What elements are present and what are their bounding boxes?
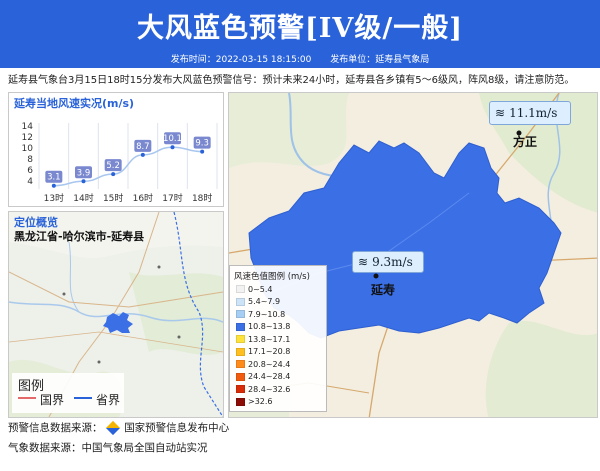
yanshou-wind-label: ≋ 9.3m/s [352, 251, 424, 273]
wind-legend-label: 7.9~10.8 [248, 309, 286, 319]
x-tick-label: 17时 [162, 192, 182, 204]
warning-source-name: 国家预警信息发布中心 [124, 422, 230, 434]
wind-legend-item: 20.8~24.4 [236, 359, 290, 369]
x-tick-label: 18时 [192, 192, 212, 204]
data-label: 3.1 [47, 173, 61, 183]
wind-legend-label: 20.8~24.4 [248, 359, 291, 369]
wind-legend-item: 0~5.4 [236, 284, 273, 294]
wind-legend-label: 24.4~28.4 [248, 372, 291, 381]
fangzheng-wind-label: ≋ 11.1m/s [489, 101, 571, 125]
data-label: 5.2 [106, 161, 120, 171]
publisher: 发布单位：延寿县气象局 [330, 55, 430, 65]
fangzheng-wind-value: 11.1m/s [509, 106, 558, 120]
wind-legend-swatch [236, 322, 245, 331]
data-label: 3.9 [77, 168, 91, 178]
wind-legend-item: 5.4~7.9 [236, 297, 280, 307]
wind-legend-item: 28.4~32.6 [236, 384, 290, 394]
y-tick-label: 4 [27, 177, 33, 187]
fangzheng-city-label: 方正 [513, 135, 538, 149]
warning-source: 预警信息数据来源： 国家预警信息发布中心 [8, 420, 230, 436]
wind-legend-item: 7.9~10.8 [236, 309, 285, 319]
warning-header: 大风蓝色预警[IV级/一般] 发布时间：2022-03-15 18:15:00 … [0, 0, 600, 68]
y-tick-label: 6 [27, 166, 33, 176]
x-tick-label: 14时 [73, 192, 93, 204]
warning-source-label: 预警信息数据来源： [8, 422, 103, 434]
wind-data-point [170, 145, 175, 150]
y-tick-label: 8 [27, 155, 33, 165]
wind-legend-title: 风速色值图例 (m/s) [234, 272, 310, 282]
wind-legend-item: >32.6 [236, 397, 273, 407]
x-tick-label: 15时 [103, 192, 123, 204]
province-border-label: 省界 [96, 393, 121, 407]
data-label: 9.3 [195, 139, 209, 149]
data-label: 10.1 [163, 134, 182, 144]
warning-summary: 延寿县气象台3月15日18时15分发布大风蓝色预警信号：预计未来24小时，延寿县… [8, 75, 575, 86]
province-border-swatch [74, 397, 92, 399]
wind-legend-swatch [236, 360, 245, 368]
wind-legend-item: 13.8~17.1 [236, 334, 290, 344]
y-tick-label: 12 [22, 133, 33, 143]
wind-legend-item: 24.4~28.4 [236, 372, 290, 382]
wind-legend-label: >32.6 [248, 397, 273, 406]
wind-legend-swatch [236, 310, 245, 318]
wind-legend-swatch [236, 385, 245, 393]
wind-data-point [140, 152, 145, 157]
wind-data-point [200, 149, 205, 154]
wind-color-legend: 风速色值图例 (m/s) 0~5.4 5.4~7.9 7.9~10.8 10.8~13… [229, 265, 327, 412]
y-tick-label: 10 [22, 144, 34, 154]
warning-meta: 发布时间：2022-03-15 18:15:00 发布单位：延寿县气象局 [0, 52, 600, 65]
wind-legend-item: 17.1~20.8 [236, 347, 290, 357]
wind-legend-swatch [236, 397, 245, 406]
wind-legend-swatch [236, 335, 245, 343]
national-border-swatch [18, 397, 36, 399]
warning-source-icon [105, 420, 120, 436]
wind-icon: ≋ [495, 106, 506, 120]
wind-speed-panel: 延寿当地风速实况(m/s) 4 6 8 10 12 14 3.1 13时 3.9 14时 5.2 15… [8, 92, 224, 207]
wind-speed-chart: 468101214 3.1 13时 3.9 14时 5.2 15时 8.7 16时 10.1 17时… [22, 122, 218, 204]
data-label: 8.7 [136, 142, 150, 152]
wind-legend-label: 0~5.4 [248, 284, 273, 294]
wind-data-point [51, 183, 56, 188]
wind-legend-label: 13.8~17.1 [248, 334, 291, 344]
wind-legend-label: 5.4~7.9 [248, 297, 281, 306]
wind-icon: ≋ [358, 255, 369, 269]
national-border-label: 国界 [40, 393, 65, 407]
yanshou-city-label: 延寿 [371, 283, 396, 297]
wind-legend-label: 28.4~32.6 [248, 384, 291, 394]
wind-legend-swatch [236, 347, 245, 356]
yanshou-wind-value: 9.3m/s [372, 255, 413, 269]
wind-legend-label: 10.8~13.8 [248, 322, 291, 331]
weather-source: 气象数据来源：中国气象局全国自动站实况 [8, 442, 208, 454]
wind-legend-swatch [236, 372, 245, 381]
x-tick-label: 13时 [44, 192, 64, 204]
overview-legend: 图例 国界 省界 [12, 373, 124, 413]
y-tick-label: 14 [22, 122, 34, 132]
wind-legend-swatch [236, 285, 245, 293]
wind-legend-swatch [236, 297, 245, 306]
wind-legend-item: 10.8~13.8 [236, 322, 290, 332]
publish-time: 发布时间：2022-03-15 18:15:00 [170, 55, 312, 65]
warning-title: 大风蓝色预警[IV级/一般] [137, 13, 463, 44]
x-tick-label: 16时 [133, 192, 153, 204]
wind-legend-label: 17.1~20.8 [248, 347, 291, 356]
wind-data-point [81, 179, 86, 184]
wind-data-point [111, 172, 116, 177]
location-path: 黑龙江省-哈尔滨市-延寿县 [14, 230, 145, 243]
